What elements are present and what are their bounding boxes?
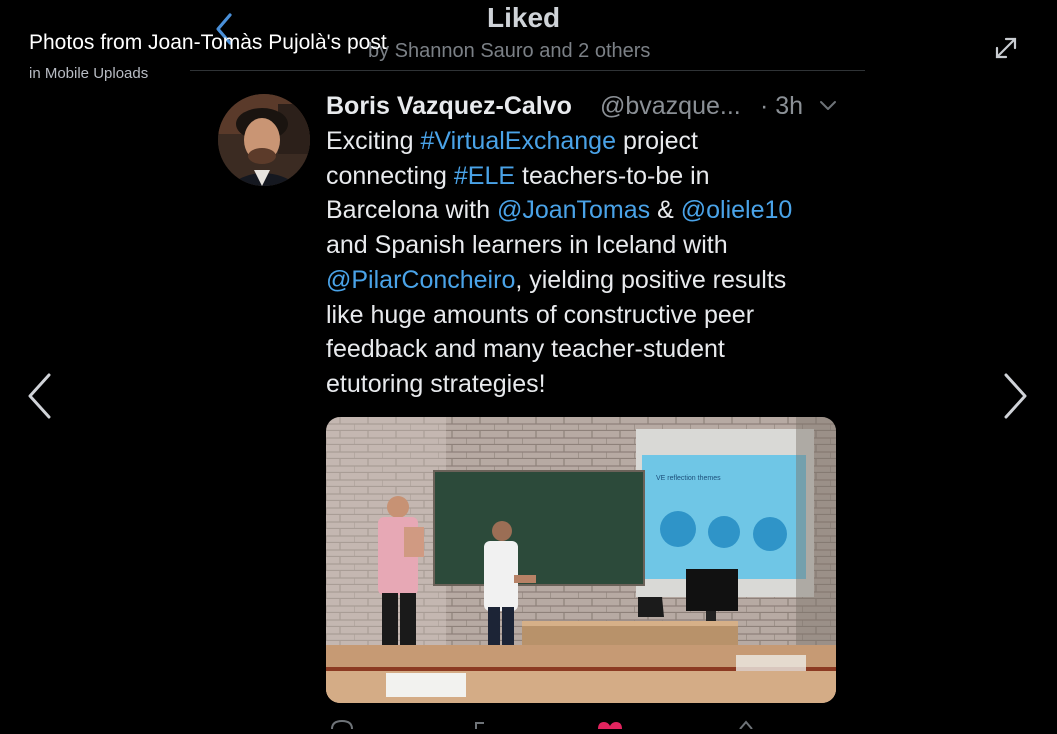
tweet-line: etutoring strategies! xyxy=(326,367,856,402)
avatar[interactable] xyxy=(218,94,310,186)
prev-arrow-icon[interactable] xyxy=(25,372,55,420)
header-divider xyxy=(190,70,865,71)
tweet-text-segment: , yielding positive results xyxy=(515,265,787,294)
tweet-text-segment: etutoring strategies! xyxy=(326,369,546,398)
tweet-line: @PilarConcheiro, yielding positive resul… xyxy=(326,263,856,298)
tweet-time[interactable]: · 3h xyxy=(760,92,803,121)
author-name[interactable]: Boris Vazquez-Calvo xyxy=(326,92,572,121)
tweet-line: connecting #ELE teachers-to-be in xyxy=(326,159,856,194)
liked-title: Liked xyxy=(487,2,561,33)
mention-link[interactable]: @PilarConcheiro xyxy=(326,266,515,294)
tweet-text-segment: teachers-to-be in xyxy=(515,161,710,190)
hashtag-link[interactable]: #ELE xyxy=(454,162,515,190)
tweet-line: and Spanish learners in Iceland with xyxy=(326,228,856,263)
tweet-text-segment: Exciting xyxy=(326,127,421,155)
expand-icon[interactable] xyxy=(993,35,1019,61)
tweet-photo[interactable]: VE reflection themes xyxy=(326,417,836,703)
tweet-text-segment: and Spanish learners in Iceland with xyxy=(326,231,728,260)
viewer-album-link[interactable]: in Mobile Uploads xyxy=(29,65,148,82)
tweet-text-segment: like huge amounts of constructive peer xyxy=(326,300,755,329)
tweet-line: feedback and many teacher-student xyxy=(326,332,856,367)
tweet-action-row xyxy=(326,716,836,730)
viewer-title[interactable]: Photos from Joan-Tomàs Pujolà's post xyxy=(29,31,387,55)
chevron-down-icon[interactable] xyxy=(818,98,838,112)
tweet-text-segment: & xyxy=(650,196,681,225)
tweet-line: Barcelona with @JoanTomas & @oliele10 xyxy=(326,193,856,228)
slide-title: VE reflection themes xyxy=(656,475,721,482)
tweet-text-segment: connecting xyxy=(326,161,454,190)
mention-link[interactable]: @oliele10 xyxy=(681,196,793,224)
tweet-text-segment: project xyxy=(616,127,698,155)
tweet-text-segment: Barcelona with xyxy=(326,196,497,225)
author-handle[interactable]: @bvazque... xyxy=(600,92,741,121)
next-arrow-icon[interactable] xyxy=(1000,372,1030,420)
mention-link[interactable]: @JoanTomas xyxy=(497,196,650,224)
retweet-icon xyxy=(475,722,484,729)
tweet-text: Exciting #VirtualExchange project connect… xyxy=(326,124,856,402)
tweet-line: like huge amounts of constructive peer xyxy=(326,298,856,333)
tweet-line: Exciting #VirtualExchange project xyxy=(326,124,856,159)
liked-by-text: by Shannon Sauro and 2 others xyxy=(368,40,651,62)
reply-icon xyxy=(331,719,353,730)
tweet-text-segment: feedback and many teacher-student xyxy=(326,335,725,364)
hashtag-link[interactable]: #VirtualExchange xyxy=(420,127,616,155)
